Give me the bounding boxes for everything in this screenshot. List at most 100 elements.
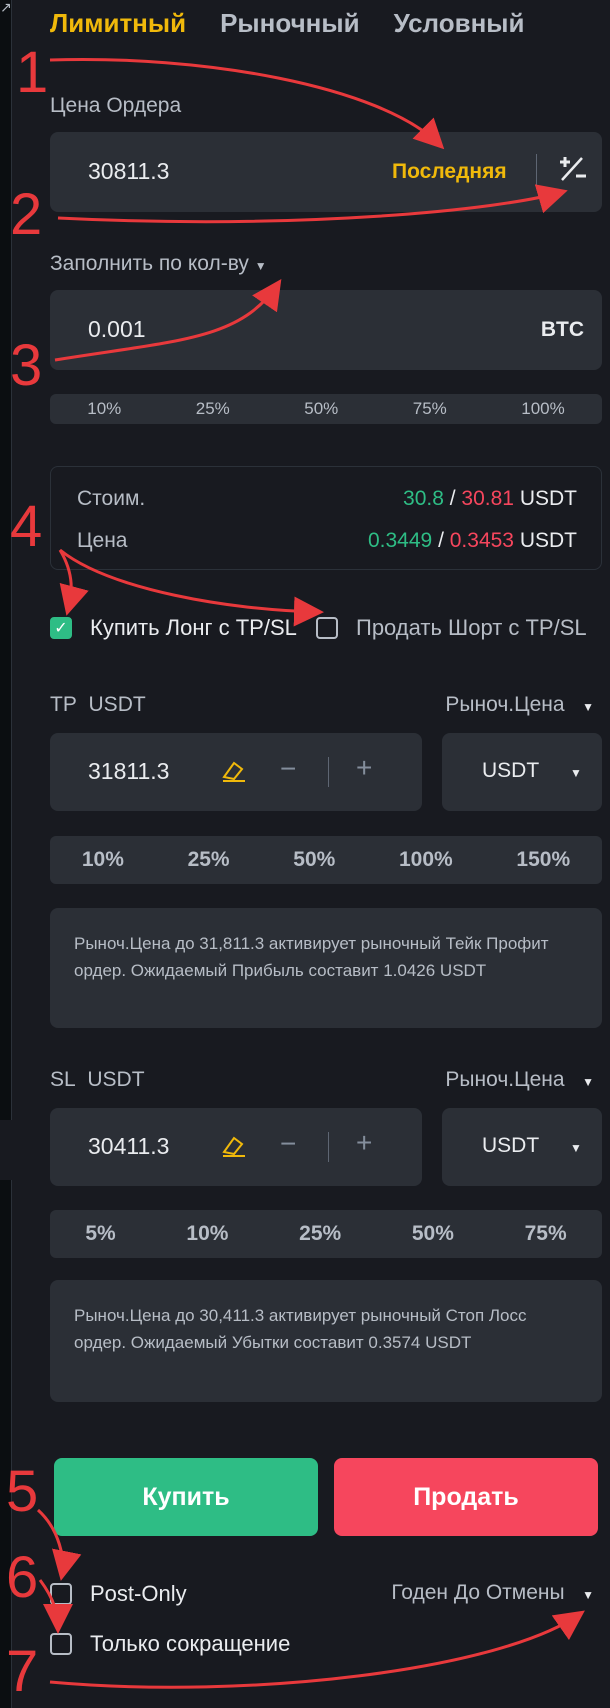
tif-label: Годен До Отмены xyxy=(391,1581,565,1604)
tp-pct-25[interactable]: 25% xyxy=(188,848,230,872)
post-only-checkbox[interactable] xyxy=(50,1583,72,1605)
tp-trigger-label: Рыноч.Цена xyxy=(445,693,565,716)
sl-unit-value: USDT xyxy=(482,1134,540,1157)
annotation-6: 6 xyxy=(6,1545,39,1610)
reduce-only-label: Только сокращение xyxy=(90,1631,291,1656)
annotation-7: 7 xyxy=(6,1639,39,1704)
tp-pct-10[interactable]: 10% xyxy=(82,848,124,872)
sl-info-box: Рыноч.Цена до 30,411.3 активирует рыночн… xyxy=(50,1280,602,1402)
quantity-field[interactable]: 0.001 BTC xyxy=(50,290,602,370)
last-price-button[interactable]: Последняя xyxy=(392,160,507,184)
sl-pct-75[interactable]: 75% xyxy=(525,1222,567,1246)
sl-trigger-select[interactable]: Рыноч.Цена ▼ xyxy=(445,1068,594,1092)
caret-down-icon: ▼ xyxy=(570,766,582,780)
expand-arrow-icon[interactable]: ↗ xyxy=(0,0,12,14)
order-price-input[interactable]: 30811.3 xyxy=(88,158,169,185)
qty-pct-10[interactable]: 10% xyxy=(87,399,121,419)
sl-percent-bar: 5% 10% 25% 50% 75% xyxy=(50,1210,602,1258)
price-unit: USDT xyxy=(519,529,577,552)
sl-label: SL xyxy=(50,1068,76,1091)
long-tpsl-label: Купить Лонг с TP/SL xyxy=(90,615,297,640)
annotation-3: 3 xyxy=(10,333,43,398)
tab-market[interactable]: Рыночный xyxy=(220,8,359,39)
sl-decrement-button[interactable]: − xyxy=(280,1128,296,1160)
post-only-label: Post-Only xyxy=(90,1581,187,1606)
tp-label: TP xyxy=(50,693,77,716)
quantity-percent-bar: 10% 25% 50% 75% 100% xyxy=(50,394,602,424)
tp-pct-150[interactable]: 150% xyxy=(516,848,570,872)
annotation-1: 1 xyxy=(16,40,49,105)
buy-button[interactable]: Купить xyxy=(54,1458,318,1536)
long-tpsl-checkbox[interactable]: ✓ xyxy=(50,617,72,639)
divider xyxy=(328,757,329,787)
reduce-only-checkbox[interactable] xyxy=(50,1633,72,1655)
sl-pct-10[interactable]: 10% xyxy=(186,1222,228,1246)
tp-decrement-button[interactable]: − xyxy=(280,753,296,785)
divider xyxy=(536,154,537,188)
tp-increment-button[interactable]: + xyxy=(356,752,372,784)
sl-price-input[interactable]: 30411.3 xyxy=(88,1133,169,1160)
quantity-input[interactable]: 0.001 xyxy=(88,316,146,343)
tp-unit-select[interactable]: USDT ▼ xyxy=(442,733,602,811)
cost-label: Стоим. xyxy=(77,487,146,510)
cost-separator: / xyxy=(449,487,456,510)
tab-conditional[interactable]: Условный xyxy=(394,8,525,39)
price-values: 0.3449 / 0.3453 USDT xyxy=(368,529,577,553)
caret-down-icon: ▼ xyxy=(570,1141,582,1155)
sl-pct-25[interactable]: 25% xyxy=(299,1222,341,1246)
tp-header: TP USDT xyxy=(50,693,146,717)
qty-pct-75[interactable]: 75% xyxy=(413,399,447,419)
tp-pct-50[interactable]: 50% xyxy=(293,848,335,872)
order-price-label: Цена Ордера xyxy=(50,94,182,117)
cost-buy: 30.8 xyxy=(403,487,444,510)
eraser-icon[interactable] xyxy=(220,757,248,785)
short-tpsl-checkbox[interactable] xyxy=(316,617,338,639)
tp-unit-label: USDT xyxy=(88,693,146,716)
order-summary-box: Стоим. 30.8 / 30.81 USDT Цена 0.3449 / 0… xyxy=(50,466,602,570)
annotation-2: 2 xyxy=(10,182,43,247)
tp-unit-value: USDT xyxy=(482,759,540,782)
tab-limit[interactable]: Лимитный xyxy=(50,8,186,39)
order-price-field[interactable]: 30811.3 Последняя xyxy=(50,132,602,212)
eraser-icon[interactable] xyxy=(220,1132,248,1160)
short-tpsl-label: Продать Шорт с TP/SL xyxy=(356,615,587,640)
sl-pct-5[interactable]: 5% xyxy=(85,1222,115,1246)
order-type-tabs: Лимитный Рыночный Условный xyxy=(50,8,525,39)
annotation-5: 5 xyxy=(6,1459,39,1524)
cost-values: 30.8 / 30.81 USDT xyxy=(403,487,577,511)
caret-down-icon: ▼ xyxy=(582,1075,594,1089)
tp-trigger-select[interactable]: Рыноч.Цена ▼ xyxy=(445,693,594,717)
price-buy: 0.3449 xyxy=(367,529,433,552)
caret-down-icon: ▼ xyxy=(254,259,267,273)
fill-mode-label: Заполнить по кол-ву xyxy=(50,252,249,275)
time-in-force-select[interactable]: Годен До Отмены ▼ xyxy=(391,1581,594,1605)
tp-pct-100[interactable]: 100% xyxy=(399,848,453,872)
price-sell: 0.3453 xyxy=(449,529,514,552)
caret-down-icon: ▼ xyxy=(582,1588,594,1602)
price-label: Цена xyxy=(77,529,128,552)
fill-mode-selector[interactable]: Заполнить по кол-ву ▼ xyxy=(50,252,267,276)
sl-unit-select[interactable]: USDT ▼ xyxy=(442,1108,602,1186)
sl-increment-button[interactable]: + xyxy=(356,1127,372,1159)
tp-percent-bar: 10% 25% 50% 100% 150% xyxy=(50,836,602,884)
sl-price-field[interactable]: 30411.3 − + xyxy=(50,1108,422,1186)
left-edge-panel xyxy=(0,0,12,1708)
sl-header: SL USDT xyxy=(50,1068,145,1092)
qty-pct-25[interactable]: 25% xyxy=(196,399,230,419)
sell-button[interactable]: Продать xyxy=(334,1458,598,1536)
cost-sell: 30.81 xyxy=(461,487,514,510)
qty-pct-100[interactable]: 100% xyxy=(521,399,564,419)
sl-pct-50[interactable]: 50% xyxy=(412,1222,454,1246)
caret-down-icon: ▼ xyxy=(582,700,594,714)
tp-info-box: Рыноч.Цена до 31,811.3 активирует рыночн… xyxy=(50,908,602,1028)
quantity-unit: BTC xyxy=(540,318,584,341)
tp-price-field[interactable]: 31811.3 − + xyxy=(50,733,422,811)
annotation-4: 4 xyxy=(10,494,43,559)
tp-price-input[interactable]: 31811.3 xyxy=(88,758,169,785)
price-separator: / xyxy=(438,529,444,552)
qty-pct-50[interactable]: 50% xyxy=(304,399,338,419)
plus-minus-icon[interactable] xyxy=(552,148,592,188)
cost-unit: USDT xyxy=(519,487,577,510)
sl-trigger-label: Рыноч.Цена xyxy=(445,1068,565,1091)
sl-unit-label: USDT xyxy=(87,1068,145,1091)
